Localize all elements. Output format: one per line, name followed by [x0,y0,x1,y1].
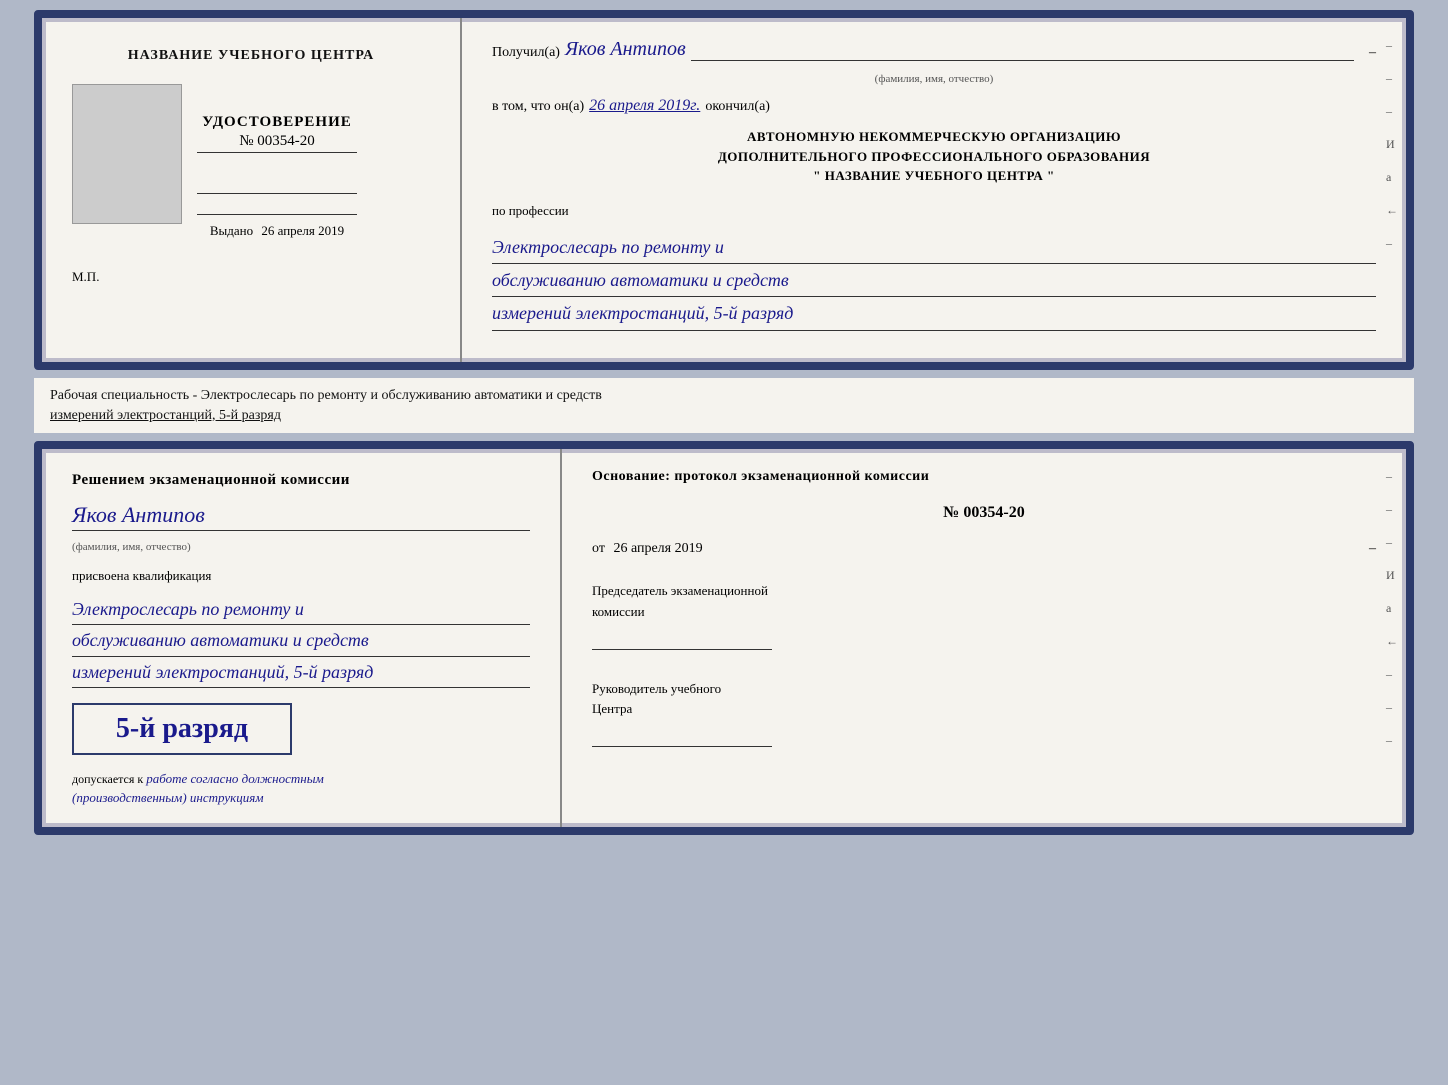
vydano-label: Выдано [210,223,253,238]
profession-block: Электрослесарь по ремонту и обслуживанию… [492,231,1376,331]
photo-placeholder [72,84,182,224]
razryad-large: 5-й разряд [89,713,275,745]
bmark-5: – [1386,700,1398,715]
fio-sublabel-bottom: (фамилия, имя, отчество) [72,541,530,553]
bottom-name: Яков Антипов [72,502,530,531]
predsedatel-line1: Председатель экзаменационной [592,581,1376,602]
rukovoditel-sig-line [592,725,772,747]
razryad-box: 5-й разряд [72,703,292,755]
poluchil-label: Получил(а) [492,45,560,61]
bmark-4: – [1386,667,1398,682]
mark-a: а [1386,170,1398,185]
predsedatel-block: Председатель экзаменационной комиссии [592,581,1376,649]
profession-line2: обслуживанию автоматики и средств [492,264,1376,297]
org-line1: АВТОНОМНУЮ НЕКОММЕРЧЕСКУЮ ОРГАНИЗАЦИЮ [492,127,1376,147]
bottom-left-panel: Решением экзаменационной комиссии Яков А… [42,449,562,827]
ot-date-line: от 26 апреля 2019 – [592,541,1376,557]
predsedatel-sig-line [592,628,772,650]
org-block: АВТОНОМНУЮ НЕКОММЕРЧЕСКУЮ ОРГАНИЗАЦИЮ ДО… [492,127,1376,186]
mark-arrow: ← [1386,203,1398,218]
dopuskaetsya-block: допускается к работе согласно должностны… [72,770,530,806]
bmark-i: И [1386,568,1398,583]
ot-prefix: от [592,541,605,556]
middle-text-line2: измерений электростанций, 5-й разряд [50,406,1398,426]
ot-date: 26 апреля 2019 [613,541,702,556]
top-certificate: НАЗВАНИЕ УЧЕБНОГО ЦЕНТРА УДОСТОВЕРЕНИЕ №… [34,10,1414,370]
bmark-3: – [1386,535,1398,550]
predsedatel-line2: комиссии [592,602,1376,623]
profession-line1: Электрослесарь по ремонту и [492,231,1376,264]
mark-2: – [1386,71,1398,86]
bmark-arrow: ← [1386,634,1398,649]
side-marks-top: – – – И а ← – [1386,38,1398,251]
bottom-right-panel: Основание: протокол экзаменационной коми… [562,449,1406,827]
vydano-date: 26 апреля 2019 [261,223,344,238]
org-line3: " НАЗВАНИЕ УЧЕБНОГО ЦЕНТРА " [492,166,1376,186]
dopusk-text: работе согласно должностным [146,771,324,786]
udostoverenie-block: УДОСТОВЕРЕНИЕ № 00354-20 Выдано 26 апрел… [197,114,357,239]
v-tom-date: 26 апреля 2019г. [589,97,700,115]
side-marks-bottom: – – – И а ← – – – [1386,469,1398,748]
cert-number: № 00354-20 [197,133,357,153]
qual-line3: измерений электростанций, 5-й разряд [72,657,530,689]
po-professii: по профессии [492,203,1376,219]
okonchil-label: окончил(а) [705,99,770,115]
qual-line1: Электрослесарь по ремонту и [72,594,530,626]
recipient-line: Получил(а) Яков Антипов – [492,38,1376,61]
document-container: НАЗВАНИЕ УЧЕБНОГО ЦЕНТРА УДОСТОВЕРЕНИЕ №… [34,10,1414,835]
prisvoena-label: присвоена квалификация [72,568,530,584]
fio-label-top: (фамилия, имя, отчество) [492,73,1376,85]
v-tom-prefix: в том, что он(а) [492,99,584,115]
recipient-name: Яков Антипов [565,38,686,61]
bottom-certificate: Решением экзаменационной комиссии Яков А… [34,441,1414,835]
profession-line3: измерений электростанций, 5-й разряд [492,297,1376,330]
cert-label: УДОСТОВЕРЕНИЕ [197,114,357,131]
org-line2: ДОПОЛНИТЕЛЬНОГО ПРОФЕССИОНАЛЬНОГО ОБРАЗО… [492,147,1376,167]
top-right-panel: Получил(а) Яков Антипов – (фамилия, имя,… [462,18,1406,362]
mp-line: М.П. [72,269,99,285]
top-left-panel: НАЗВАНИЕ УЧЕБНОГО ЦЕНТРА УДОСТОВЕРЕНИЕ №… [42,18,462,362]
dopusk-prefix: допускается к [72,772,143,786]
bmark-1: – [1386,469,1398,484]
vydano-line: Выдано 26 апреля 2019 [197,214,357,239]
middle-text: Рабочая специальность - Электрослесарь п… [34,378,1414,433]
qual-line2: обслуживанию автоматики и средств [72,625,530,657]
rukovoditel-line2: Центра [592,699,1376,720]
dopusk-text2: (производственным) инструкциям [72,790,264,805]
bmark-2: – [1386,502,1398,517]
protocol-number: № 00354-20 [592,504,1376,522]
mark-i: И [1386,137,1398,152]
mark-1: – [1386,38,1398,53]
osnovanie: Основание: протокол экзаменационной коми… [592,469,1376,485]
mark-3: – [1386,104,1398,119]
top-center-title: НАЗВАНИЕ УЧЕБНОГО ЦЕНТРА [128,48,374,64]
bmark-6: – [1386,733,1398,748]
bmark-a: а [1386,601,1398,616]
mark-4: – [1386,236,1398,251]
v-tom-line: в том, что он(а) 26 апреля 2019г. окончи… [492,97,1376,115]
rukovoditel-line1: Руководитель учебного [592,679,1376,700]
middle-text-line1: Рабочая специальность - Электрослесарь п… [50,386,1398,406]
qualification-block: Электрослесарь по ремонту и обслуживанию… [72,594,530,689]
komissia-title: Решением экзаменационной комиссии [72,469,530,492]
rukovoditel-block: Руководитель учебного Центра [592,679,1376,747]
